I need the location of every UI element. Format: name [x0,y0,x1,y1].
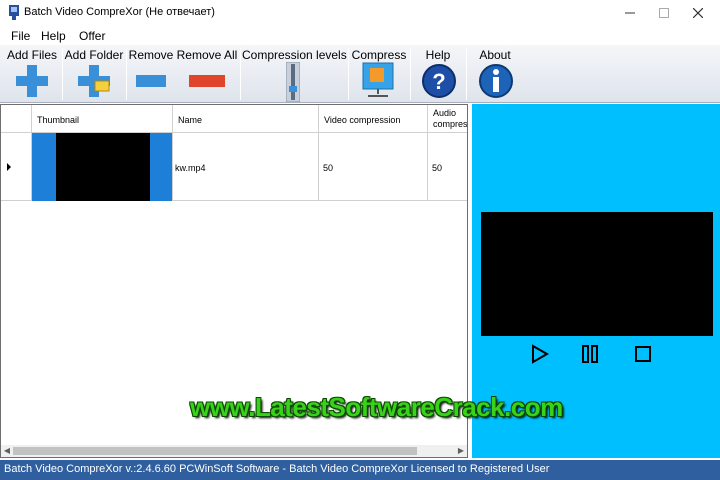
remove-all-label: Remove All [176,48,238,62]
audio-compression-value: 50 [432,163,443,173]
about-label: About [479,48,511,62]
row-indicator-cell [1,133,32,201]
minus-icon [136,75,166,87]
stop-icon[interactable] [633,344,653,364]
row-pointer-icon [7,163,11,171]
scroll-left-icon[interactable]: ◀ [1,445,13,457]
help-label: Help [425,48,451,62]
row-header-cell [1,105,32,133]
watermark-text: www.LatestSoftwareCrack.com [190,392,563,422]
app-icon [9,5,19,20]
menu-file[interactable]: File [11,29,30,43]
close-button[interactable] [682,0,714,26]
thumbnail-cell [32,133,173,201]
status-bar: Batch Video CompreXor v.:2.4.6.60 PCWinS… [0,460,720,480]
add-folder-button[interactable]: Add Folder [64,45,124,103]
audio-compression-cell: 50 [428,133,467,201]
maximize-button[interactable] [648,0,680,26]
toolbar: Add Files Add Folder Remove Remove All C… [0,45,720,103]
add-files-button[interactable]: Add Files [4,45,60,103]
plus-icon [16,65,48,97]
grid-header: Thumbnail Name Video compression Audio c… [1,105,467,133]
remove-label: Remove [128,48,174,62]
video-thumbnail [32,133,172,201]
question-icon: ? [422,64,456,98]
minimize-button[interactable] [614,0,646,26]
menu-help[interactable]: Help [41,29,66,43]
audio-compression-header-label: Audio compress [433,108,467,129]
table-row[interactable]: kw.mp4 50 50 [1,133,467,201]
column-header-audio-compression[interactable]: Audio compress [428,105,467,133]
add-folder-label: Add Folder [64,48,124,62]
video-compression-cell: 50 [319,133,428,201]
scroll-right-icon[interactable]: ▶ [455,445,467,457]
menu-offer[interactable]: Offer [79,29,105,43]
remove-all-button[interactable]: Remove All [176,45,238,103]
close-icon [693,8,703,18]
menu-bar: File Help Offer [0,26,720,45]
compress-label: Compress [351,48,407,62]
svg-text:?: ? [432,69,445,94]
file-name: kw.mp4 [175,163,206,173]
scrollbar-thumb[interactable] [13,447,417,455]
about-button[interactable]: About [468,45,522,103]
name-header-label: Name [178,115,203,125]
video-compression-header-label: Video compression [324,115,401,125]
compress-icon [362,62,394,97]
minimize-icon [625,12,635,14]
thumbnail-header-label: Thumbnail [37,115,80,125]
name-cell: kw.mp4 [173,133,319,201]
column-header-name[interactable]: Name [173,105,319,133]
slider-icon [286,62,300,102]
remove-all-icon [189,75,225,87]
pause-icon[interactable] [580,344,600,364]
video-preview [481,212,713,336]
add-files-label: Add Files [6,48,58,62]
column-header-thumbnail[interactable]: Thumbnail [32,105,173,133]
window-title: Batch Video CompreXor (Не отвечает) [24,6,215,18]
title-bar: Batch Video CompreXor (Не отвечает) [0,0,720,26]
compression-levels-label: Compression levels [242,48,347,62]
remove-button[interactable]: Remove [128,45,174,103]
info-icon [479,64,513,98]
play-icon[interactable] [530,344,550,364]
status-text: Batch Video CompreXor v.:2.4.6.60 PCWinS… [4,463,550,475]
compress-button[interactable]: Compress [350,45,408,103]
compression-levels-button[interactable]: Compression levels [242,45,347,103]
horizontal-scrollbar[interactable]: ◀ ▶ [1,445,467,457]
help-button[interactable]: Help ? [412,45,464,103]
add-folder-icon [78,65,110,97]
maximize-icon [659,8,669,18]
column-header-video-compression[interactable]: Video compression [319,105,428,133]
video-compression-value: 50 [323,163,334,173]
